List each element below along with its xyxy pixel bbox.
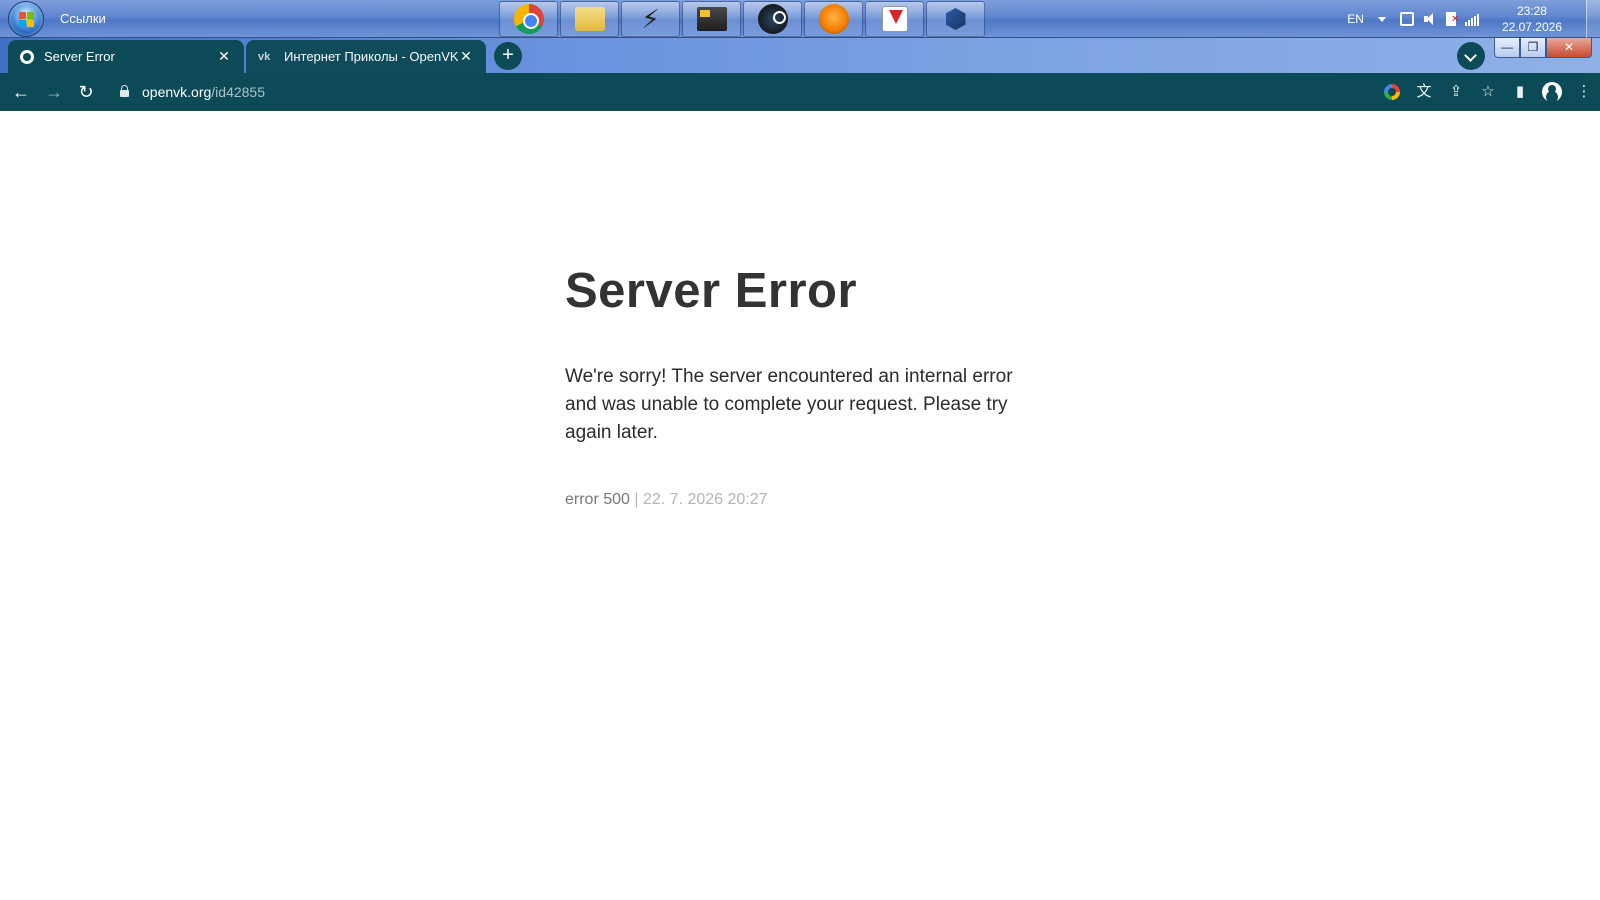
tab-close-button[interactable]: ✕ — [216, 48, 232, 65]
tab-title: Интернет Приколы - OpenVK — [284, 49, 458, 64]
virtualbox-icon — [941, 4, 971, 34]
error-timestamp: 22. 7. 2026 20:27 — [642, 491, 768, 508]
tab-strip: Server Error ✕ vk Интернет Приколы - Ope… — [0, 38, 1600, 73]
taskbar-fl-studio-button[interactable] — [804, 1, 863, 37]
reload-button[interactable]: ↻ — [76, 82, 96, 102]
browser-toolbar: ← → ↻ openvk.org/id42855 文 ⇪ ☆ ▮ ⋮ — [0, 73, 1600, 111]
error-meta: error 500 | 22. 7. 2026 20:27 — [565, 491, 1025, 509]
clock[interactable]: 23:28 22.07.2026 — [1502, 3, 1562, 35]
taskbar-winamp-button[interactable]: ⚡ — [621, 1, 680, 37]
windows-taskbar: Ссылки ⚡ EN 23:28 22.07.2026 — [0, 0, 1600, 38]
clock-date: 22.07.2026 — [1501, 20, 1562, 34]
vk-icon: vk — [258, 50, 271, 63]
minimize-button[interactable]: — — [1494, 38, 1520, 58]
profile-button[interactable] — [1536, 73, 1568, 111]
share-button[interactable]: ⇪ — [1440, 73, 1472, 111]
tab-title: Server Error — [44, 49, 115, 64]
system-tray: EN 23:28 22.07.2026 — [1347, 0, 1600, 38]
language-indicator[interactable]: EN — [1347, 12, 1364, 26]
folder-icon — [574, 7, 605, 31]
tab-server-error[interactable]: Server Error ✕ — [8, 40, 244, 73]
network-signal-icon[interactable] — [1464, 12, 1479, 26]
close-window-button[interactable]: ✕ — [1546, 38, 1592, 58]
address-bar[interactable]: openvk.org/id42855 — [110, 78, 1370, 106]
volume-icon[interactable] — [1423, 12, 1437, 26]
error-code: error 500 — [565, 491, 630, 508]
action-center-icon[interactable] — [1445, 12, 1459, 26]
start-button[interactable] — [8, 1, 44, 37]
usb-device-icon[interactable] — [1399, 12, 1414, 26]
browser-menu-button[interactable]: ⋮ — [1568, 73, 1600, 111]
clock-time: 23:28 — [1516, 4, 1547, 18]
profile-icon — [1542, 82, 1562, 103]
show-desktop-button[interactable] — [1586, 0, 1600, 38]
tab-openvk[interactable]: vk Интернет Приколы - OpenVK ✕ — [246, 40, 486, 73]
taskbar-explorer-button[interactable] — [560, 1, 619, 37]
taskbar-chrome-button[interactable] — [499, 1, 558, 37]
side-panel-button[interactable]: ▮ — [1504, 73, 1536, 111]
url-path: /id42855 — [211, 84, 265, 100]
google-lens-button[interactable] — [1376, 73, 1408, 111]
tray-expand-icon[interactable] — [1377, 16, 1386, 22]
globe-icon — [20, 49, 34, 64]
tab-close-button[interactable]: ✕ — [458, 48, 474, 65]
google-icon — [1384, 84, 1400, 101]
taskbar-download-button[interactable] — [865, 1, 924, 37]
url-host: openvk.org — [142, 84, 212, 100]
winamp-icon: ⚡ — [641, 4, 660, 34]
pinned-apps: ⚡ — [499, 1, 985, 37]
fl-studio-icon — [818, 4, 849, 34]
page-title: Server Error — [565, 264, 858, 318]
lock-icon[interactable] — [120, 85, 129, 97]
tab-search-button[interactable] — [1457, 42, 1485, 70]
forward-button[interactable]: → — [44, 82, 64, 102]
taskbar-virtualbox-button[interactable] — [926, 1, 985, 37]
error-container: Server Error We're sorry! The server enc… — [565, 263, 1025, 509]
windows-logo-icon — [19, 12, 35, 28]
monitor-icon — [696, 7, 727, 31]
window-controls: — ❐ ✕ — [1494, 38, 1592, 58]
new-tab-button[interactable]: + — [494, 42, 522, 70]
url-text[interactable]: openvk.org/id42855 — [142, 84, 265, 100]
maximize-button[interactable]: ❐ — [1520, 38, 1546, 58]
back-button[interactable]: ← — [11, 82, 31, 102]
page-content: Server Error We're sorry! The server enc… — [0, 111, 1600, 900]
steam-icon — [757, 4, 788, 34]
chrome-icon — [513, 4, 544, 34]
taskbar-monitor-button[interactable] — [682, 1, 741, 37]
meta-separator: | — [634, 491, 639, 508]
bookmark-star-button[interactable]: ☆ — [1472, 73, 1504, 111]
links-toolbar-label[interactable]: Ссылки — [60, 11, 106, 26]
toolbar-actions: 文 ⇪ ☆ ▮ ⋮ — [1376, 73, 1600, 111]
translate-button[interactable]: 文 — [1408, 73, 1440, 111]
download-icon — [881, 6, 908, 32]
error-message: We're sorry! The server encountered an i… — [565, 366, 1013, 443]
taskbar-steam-button[interactable] — [743, 1, 802, 37]
